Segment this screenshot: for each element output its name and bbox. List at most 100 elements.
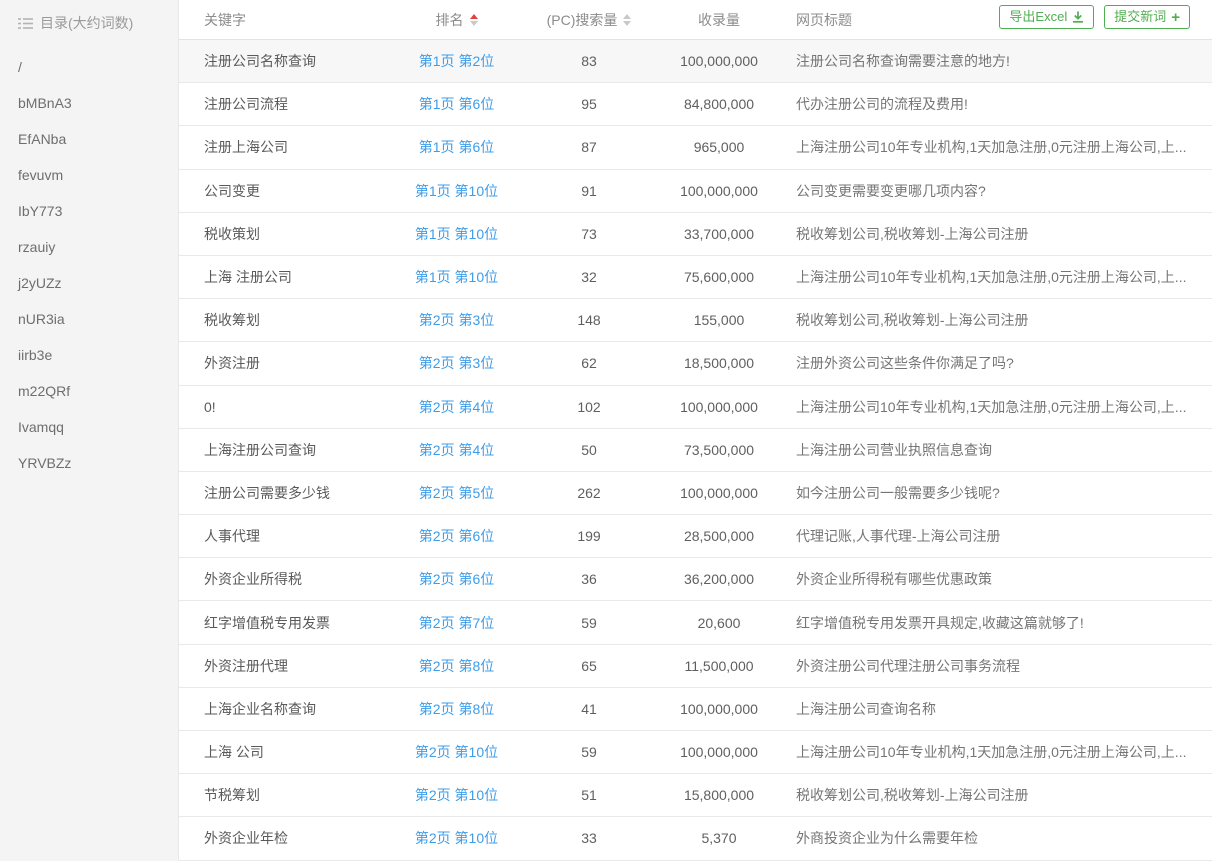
search-volume-cell: 32 [524,269,654,285]
index-volume-cell: 75,600,000 [654,269,784,285]
index-volume-cell: 73,500,000 [654,442,784,458]
rank-link[interactable]: 第2页 第4位 [419,442,494,458]
sidebar-item[interactable]: Ivamqq [18,409,178,445]
rank-cell: 第2页 第5位 [389,483,524,503]
directory-title: 目录(大约词数) [40,13,133,33]
rank-link[interactable]: 第1页 第2位 [419,53,494,69]
column-header-index-volume: 收录量 [654,10,784,30]
rank-link[interactable]: 第2页 第8位 [419,658,494,674]
sidebar-item[interactable]: j2yUZz [18,265,178,301]
search-volume-cell: 59 [524,615,654,631]
sidebar-item[interactable]: EfANba [18,121,178,157]
index-volume-cell: 100,000,000 [654,485,784,501]
table-row: 税收筹划第2页 第3位148155,000税收筹划公司,税收筹划-上海公司注册 [179,299,1212,342]
keyword-cell: 注册公司需要多少钱 [179,483,389,503]
title-cell: 税收筹划公司,税收筹划-上海公司注册 [784,224,1212,244]
rank-link[interactable]: 第2页 第3位 [419,355,494,371]
sort-desc-icon[interactable] [623,21,631,26]
submit-new-words-button[interactable]: 提交新词 + [1104,5,1190,29]
sort-asc-icon[interactable] [623,14,631,19]
export-excel-button[interactable]: 导出Excel [999,5,1094,29]
search-volume-cell: 87 [524,139,654,155]
table-row: 外资企业年检第2页 第10位335,370外商投资企业为什么需要年检 [179,817,1212,860]
title-cell: 上海注册公司查询名称 [784,699,1212,719]
title-cell: 如今注册公司一般需要多少钱呢? [784,483,1212,503]
rank-cell: 第1页 第10位 [389,267,524,287]
table-row: 红字增值税专用发票第2页 第7位5920,600红字增值税专用发票开具规定,收藏… [179,601,1212,644]
rank-link[interactable]: 第1页 第6位 [419,139,494,155]
search-volume-cell: 95 [524,96,654,112]
rank-link[interactable]: 第2页 第3位 [419,312,494,328]
rank-link[interactable]: 第2页 第10位 [415,787,498,803]
rank-link[interactable]: 第2页 第7位 [419,615,494,631]
keyword-cell: 注册公司流程 [179,94,389,114]
keyword-cell: 上海企业名称查询 [179,699,389,719]
rank-cell: 第1页 第10位 [389,224,524,244]
keyword-panel: 关键字 排名 (PC)搜索量 收录量 网页标题 导出Excel [179,0,1212,861]
table-row: 人事代理第2页 第6位19928,500,000代理记账,人事代理-上海公司注册 [179,515,1212,558]
rank-cell: 第2页 第3位 [389,310,524,330]
search-volume-cell: 51 [524,787,654,803]
keyword-cell: 税收策划 [179,224,389,244]
table-row: 注册公司流程第1页 第6位9584,800,000代办注册公司的流程及费用! [179,83,1212,126]
sidebar-item[interactable]: YRVBZz [18,445,178,481]
index-volume-cell: 100,000,000 [654,53,784,69]
sidebar-item[interactable]: nUR3ia [18,301,178,337]
rank-link[interactable]: 第2页 第5位 [419,485,494,501]
table-row: 上海注册公司查询第2页 第4位5073,500,000上海注册公司营业执照信息查… [179,429,1212,472]
plus-icon: + [1171,10,1180,25]
rank-link[interactable]: 第1页 第10位 [415,269,498,285]
table-row: 0!第2页 第4位102100,000,000上海注册公司10年专业机构,1天加… [179,386,1212,429]
rank-cell: 第2页 第8位 [389,656,524,676]
search-volume-sort-control[interactable] [623,14,631,26]
search-volume-cell: 199 [524,528,654,544]
rank-link[interactable]: 第2页 第6位 [419,571,494,587]
keyword-cell: 上海注册公司查询 [179,440,389,460]
sidebar-item[interactable]: / [18,49,178,85]
rank-cell: 第1页 第6位 [389,137,524,157]
keyword-table-body: 注册公司名称查询第1页 第2位83100,000,000注册公司名称查询需要注意… [179,40,1212,861]
index-volume-cell: 155,000 [654,312,784,328]
sidebar-item[interactable]: iirb3e [18,337,178,373]
table-row: 注册公司名称查询第1页 第2位83100,000,000注册公司名称查询需要注意… [179,40,1212,83]
keyword-cell: 上海 公司 [179,742,389,762]
title-cell: 上海注册公司10年专业机构,1天加急注册,0元注册上海公司,上... [784,397,1212,417]
rank-link[interactable]: 第2页 第4位 [419,399,494,415]
title-cell: 注册外资公司这些条件你满足了吗? [784,353,1212,373]
search-volume-cell: 73 [524,226,654,242]
keyword-cell: 外资企业所得税 [179,569,389,589]
table-row: 外资注册代理第2页 第8位6511,500,000外资注册公司代理注册公司事务流… [179,645,1212,688]
index-volume-cell: 100,000,000 [654,399,784,415]
index-volume-cell: 28,500,000 [654,528,784,544]
table-row: 外资企业所得税第2页 第6位3636,200,000外资企业所得税有哪些优惠政策 [179,558,1212,601]
title-cell: 上海注册公司10年专业机构,1天加急注册,0元注册上海公司,上... [784,742,1212,762]
rank-link[interactable]: 第2页 第8位 [419,701,494,717]
sort-asc-icon[interactable] [470,14,478,19]
sidebar-item[interactable]: rzauiy [18,229,178,265]
title-cell: 税收筹划公司,税收筹划-上海公司注册 [784,785,1212,805]
list-icon [18,17,33,30]
sidebar-item[interactable]: IbY773 [18,193,178,229]
sort-desc-icon[interactable] [470,21,478,26]
index-volume-cell: 33,700,000 [654,226,784,242]
sidebar-item[interactable]: fevuvm [18,157,178,193]
sidebar-item[interactable]: bMBnA3 [18,85,178,121]
keyword-cell: 外资注册代理 [179,656,389,676]
rank-sort-control[interactable] [470,14,478,26]
table-row: 注册上海公司第1页 第6位87965,000上海注册公司10年专业机构,1天加急… [179,126,1212,169]
rank-link[interactable]: 第2页 第10位 [415,830,498,846]
rank-link[interactable]: 第1页 第10位 [415,226,498,242]
index-volume-cell: 11,500,000 [654,658,784,674]
keyword-cell: 税收筹划 [179,310,389,330]
sidebar-item[interactable]: m22QRf [18,373,178,409]
column-header-keyword: 关键字 [179,10,389,30]
rank-link[interactable]: 第1页 第10位 [415,183,498,199]
index-volume-cell: 100,000,000 [654,183,784,199]
table-row: 上海 注册公司第1页 第10位3275,600,000上海注册公司10年专业机构… [179,256,1212,299]
index-volume-cell: 5,370 [654,830,784,846]
rank-link[interactable]: 第2页 第10位 [415,744,498,760]
title-cell: 外商投资企业为什么需要年检 [784,828,1212,848]
rank-link[interactable]: 第1页 第6位 [419,96,494,112]
rank-link[interactable]: 第2页 第6位 [419,528,494,544]
rank-cell: 第2页 第8位 [389,699,524,719]
